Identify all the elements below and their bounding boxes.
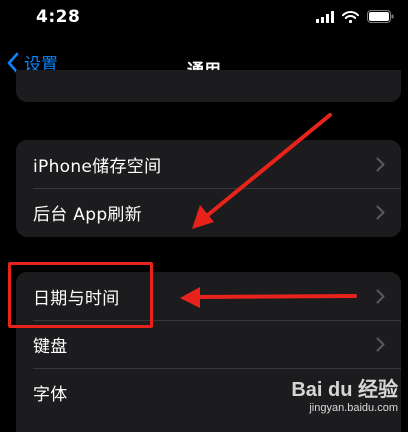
row-label: iPhone储存空间 — [33, 156, 162, 177]
status-time: 4:28 — [36, 7, 81, 27]
watermark-url: jingyan.baidu.com — [309, 402, 398, 414]
chevron-right-icon — [376, 157, 385, 172]
signal-icon — [316, 10, 334, 23]
wifi-icon — [342, 10, 359, 23]
row-iphone-storage[interactable]: iPhone储存空间 — [16, 140, 401, 188]
watermark-logo: Bai du 经验 — [291, 379, 398, 401]
chevron-right-icon — [376, 289, 385, 304]
row-background-app-refresh[interactable]: 后台 App刷新 — [16, 188, 401, 236]
row-label: 字体 — [33, 384, 68, 405]
battery-icon — [367, 10, 394, 23]
status-bar: 4:28 — [0, 0, 408, 40]
status-icons — [316, 10, 394, 23]
row-label: 后台 App刷新 — [33, 204, 143, 225]
chevron-right-icon — [376, 337, 385, 352]
row-label: 键盘 — [33, 336, 68, 357]
settings-group-storage: iPhone储存空间 后台 App刷新 — [16, 140, 401, 237]
watermark: Bai du 经验 jingyan.baidu.com — [278, 373, 398, 414]
chevron-right-icon — [376, 205, 385, 220]
settings-group-partial — [16, 70, 401, 102]
annotation-highlight-box — [8, 262, 153, 328]
